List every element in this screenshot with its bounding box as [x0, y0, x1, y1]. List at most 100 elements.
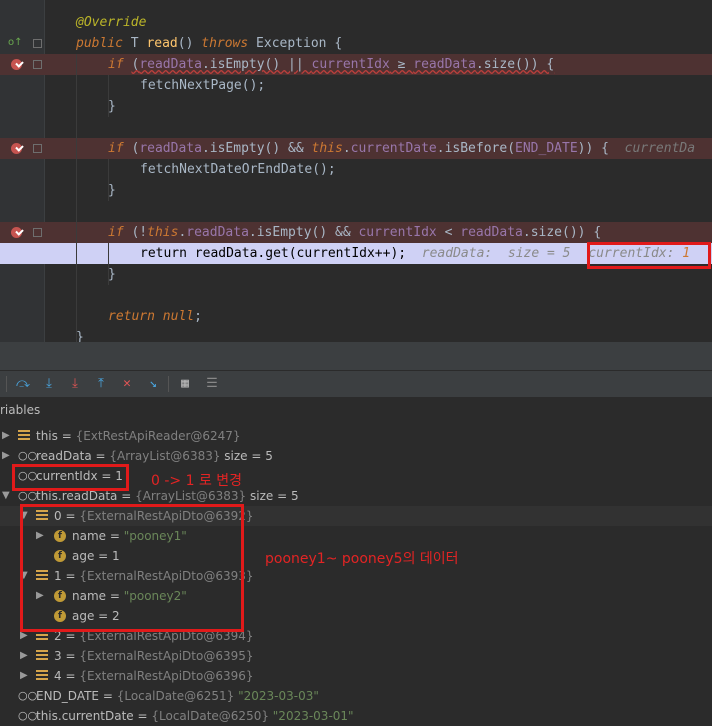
variable-value: {ArrayList@6383}: [109, 449, 221, 463]
breakpoint-line[interactable]: if (readData.isEmpty() && this.currentDa…: [0, 138, 712, 159]
code-token: read: [146, 36, 178, 51]
code-token: currentDate: [350, 141, 437, 156]
code-token: .isEmpty() &&: [201, 141, 312, 156]
code-text: fetchNextDateOrEndDate();: [140, 161, 336, 178]
code-line[interactable]: o↑ public T read() throws Exception {: [0, 33, 712, 54]
variable-row[interactable]: ▶ this = {ExtRestApiReader@6247}: [0, 426, 712, 446]
code-token: )) {: [577, 141, 625, 156]
indent-guide: [108, 159, 109, 201]
step-out-icon[interactable]: ⤒: [94, 377, 108, 391]
run-to-cursor-icon[interactable]: ↘: [146, 377, 160, 391]
code-token: (!: [131, 225, 148, 240]
fold-icon[interactable]: [33, 60, 42, 69]
override-icon[interactable]: o↑: [8, 37, 23, 48]
code-text: }: [108, 182, 116, 199]
fold-icon[interactable]: [33, 144, 42, 153]
variable-text: 4 = {ExternalRestApiDto@6396}: [54, 666, 254, 686]
code-token: fetchNextPage: [140, 78, 242, 93]
code-text: fetchNextPage();: [140, 77, 265, 94]
variable-name: 4: [54, 669, 62, 683]
variable-equals: =: [91, 449, 110, 463]
variable-extra: size = 5: [220, 449, 273, 463]
code-line[interactable]: return null;: [0, 306, 712, 327]
code-token: public: [76, 36, 131, 51]
variable-equals: =: [117, 489, 136, 503]
breakpoint-icon[interactable]: [11, 143, 22, 154]
code-line[interactable]: }: [0, 327, 712, 342]
variable-value: {ExternalRestApiDto@6396}: [79, 669, 254, 683]
code-line[interactable]: fetchNextDateOrEndDate();: [0, 159, 712, 180]
variable-value: {ArrayList@6383}: [135, 489, 247, 503]
code-text: if (readData.isEmpty() && this.currentDa…: [108, 140, 695, 157]
code-token: ();: [312, 162, 336, 177]
panel-splitter[interactable]: [0, 342, 712, 370]
variable-text: 3 = {ExternalRestApiDto@6395}: [54, 646, 254, 666]
code-token: END_DATE: [515, 141, 578, 156]
annotation-idx-change: 0 -> 1 로 변경: [151, 473, 243, 489]
code-text: @Override: [76, 14, 146, 31]
expand-arrow-icon[interactable]: ▶: [2, 446, 10, 466]
variable-row[interactable]: ▶ 3 = {ExternalRestApiDto@6395}: [0, 646, 712, 666]
breakpoint-line[interactable]: if (!this.readData.isEmpty() && currentI…: [0, 222, 712, 243]
variable-row[interactable]: ▶ ○○ readData = {ArrayList@6383} size = 5: [0, 446, 712, 466]
expand-arrow-icon[interactable]: ▶: [20, 666, 28, 686]
code-token: @Override: [76, 15, 147, 30]
variable-equals: =: [133, 709, 152, 723]
code-token: }: [76, 330, 84, 342]
breakpoint-icon[interactable]: [11, 227, 22, 238]
code-token: currentIdx: [311, 57, 390, 72]
trace-icon[interactable]: ☰: [205, 377, 219, 391]
code-line[interactable]: }: [0, 96, 712, 117]
step-over-icon[interactable]: ⤼: [16, 377, 30, 391]
variable-extra: "2023-03-01": [268, 709, 354, 723]
object-list-icon: [18, 430, 30, 442]
variable-row[interactable]: ▶ 4 = {ExternalRestApiDto@6396}: [0, 666, 712, 686]
code-text: return null;: [108, 308, 202, 325]
code-token: readData: [139, 57, 202, 72]
evaluate-icon[interactable]: ▦: [178, 377, 192, 391]
step-into-icon[interactable]: ⤓: [42, 377, 56, 391]
variable-row[interactable]: ○○ this.currentDate = {LocalDate@6250} "2…: [0, 706, 712, 726]
expand-arrow-icon[interactable]: ▶: [2, 426, 10, 446]
variable-text: this = {ExtRestApiReader@6247}: [36, 426, 241, 446]
breakpoint-icon[interactable]: [11, 59, 22, 70]
variable-extra: "2023-03-03": [234, 689, 319, 703]
code-token: readData: [186, 225, 249, 240]
code-token: return: [108, 309, 163, 324]
variable-name: this.currentDate: [36, 709, 134, 723]
variable-name: this: [36, 429, 58, 443]
code-token: .size()) {: [475, 57, 555, 72]
code-token: readData: [139, 141, 202, 156]
fold-icon[interactable]: [33, 39, 42, 48]
code-text: }: [108, 266, 116, 283]
code-token: ;: [194, 309, 202, 324]
code-text: if (readData.isEmpty() || currentIdx ≥ r…: [108, 56, 554, 73]
variable-name: 3: [54, 649, 62, 663]
code-line[interactable]: }: [0, 180, 712, 201]
drop-frame-icon[interactable]: ✕: [120, 377, 134, 391]
variable-value: {ExtRestApiReader@6247}: [75, 429, 241, 443]
indent-guide: [108, 243, 109, 285]
variable-equals: =: [57, 429, 76, 443]
code-line[interactable]: fetchNextPage();: [0, 75, 712, 96]
highlight-currentidx-var: [12, 464, 129, 491]
force-step-into-icon[interactable]: ⤓: [68, 377, 82, 391]
code-token: if: [108, 225, 132, 240]
code-token: readData: size = 5: [421, 246, 579, 261]
variable-row[interactable]: ○○ END_DATE = {LocalDate@6251} "2023-03-0…: [0, 686, 712, 706]
collapse-arrow-icon[interactable]: ▼: [2, 486, 10, 506]
variable-equals: =: [61, 649, 80, 663]
watch-glasses-icon: ○○: [18, 709, 38, 722]
code-text: if (!this.readData.isEmpty() && currentI…: [108, 224, 601, 241]
breakpoint-line[interactable]: if (readData.isEmpty() || currentIdx ≥ r…: [0, 54, 712, 75]
code-token: }: [108, 99, 116, 114]
code-line[interactable]: @Override: [0, 12, 712, 33]
variable-extra: size = 5: [246, 489, 299, 503]
toolbar-separator: [6, 376, 7, 392]
code-token: this: [311, 141, 343, 156]
expand-arrow-icon[interactable]: ▶: [20, 646, 28, 666]
fold-icon[interactable]: [33, 228, 42, 237]
variable-name: this.readData: [36, 489, 118, 503]
code-token: (): [177, 36, 202, 51]
code-token: }: [108, 183, 116, 198]
